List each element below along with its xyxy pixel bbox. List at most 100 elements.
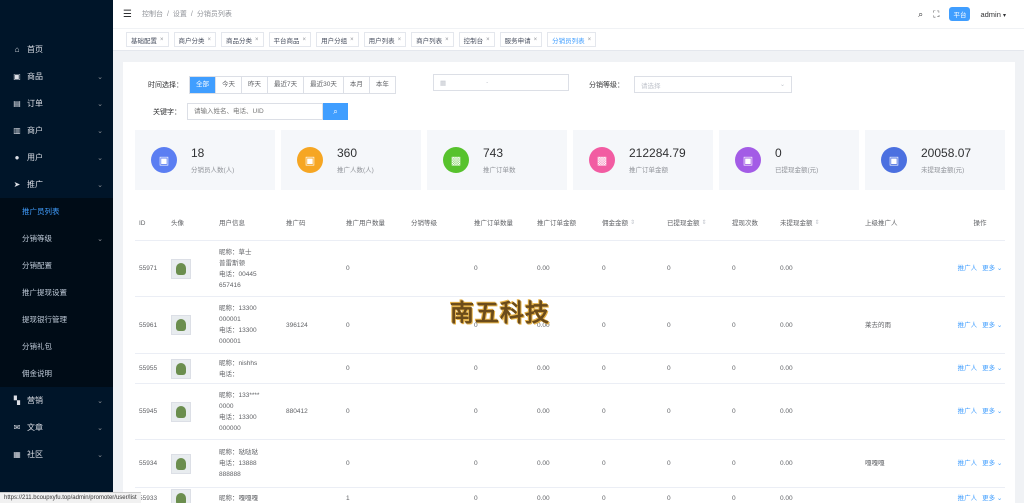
sidebar-item[interactable]: ▥ 商户 ⌄: [0, 117, 113, 144]
column-header[interactable]: 已提现金额: [667, 218, 700, 229]
tab-tag[interactable]: 控制台 ×: [458, 32, 495, 47]
search-icon[interactable]: ⌕: [918, 9, 923, 20]
chevron-down-icon[interactable]: ⌄: [995, 495, 1002, 502]
table-cell: 0: [667, 408, 671, 415]
breadcrumb-item[interactable]: 设置: [173, 11, 187, 18]
table-cell: 55934: [139, 460, 158, 467]
close-icon[interactable]: ×: [255, 37, 259, 43]
close-icon[interactable]: ×: [303, 37, 307, 43]
table-cell: 嘎嘎嘎: [865, 460, 885, 467]
column-header[interactable]: 未提现金额: [780, 218, 813, 229]
sidebar-item[interactable]: ▦ 社区 ⌄: [0, 441, 113, 468]
date-range-input[interactable]: ▦ -: [433, 74, 569, 91]
close-icon[interactable]: ×: [486, 37, 490, 43]
table-cell: 0: [732, 495, 736, 502]
sidebar-item[interactable]: ▚ 营销 ⌄: [0, 387, 113, 414]
close-icon[interactable]: ×: [208, 37, 212, 43]
sidebar-item[interactable]: ● 用户 ⌄: [0, 144, 113, 171]
more-link[interactable]: 更多: [982, 495, 995, 502]
tab-tag[interactable]: 服务申请 ×: [499, 32, 543, 47]
close-icon[interactable]: ×: [445, 37, 449, 43]
column-header-cell: 头像: [167, 218, 215, 229]
user-menu[interactable]: admin ▾: [980, 10, 1006, 19]
tab-tag[interactable]: 商户分类 ×: [173, 32, 217, 47]
time-option[interactable]: 昨天: [242, 77, 268, 93]
promoter-link[interactable]: 推广人: [958, 460, 978, 467]
column-header: 用户信息: [219, 220, 245, 227]
time-option[interactable]: 最近7天: [268, 77, 305, 93]
breadcrumb-item[interactable]: 控制台: [142, 11, 163, 18]
tab-tag[interactable]: 商品分类 ×: [221, 32, 264, 47]
promoter-link[interactable]: 推广人: [958, 495, 978, 502]
sidebar-subitem[interactable]: 提现银行管理: [0, 306, 113, 333]
send-icon: ➤: [13, 180, 21, 189]
table-cell: 0: [602, 495, 606, 502]
promoter-link[interactable]: 推广人: [958, 322, 978, 329]
more-link[interactable]: 更多: [982, 322, 995, 329]
close-icon[interactable]: ×: [398, 37, 402, 43]
more-link[interactable]: 更多: [982, 408, 995, 415]
tab-tag[interactable]: 基础配置 ×: [126, 32, 169, 47]
time-option[interactable]: 最近30天: [304, 77, 344, 93]
chevron-down-icon: ⌄: [97, 127, 103, 135]
table-cell: 0.00: [780, 495, 793, 502]
chevron-down-icon[interactable]: ⌄: [995, 365, 1002, 372]
close-icon[interactable]: ×: [588, 37, 592, 43]
sort-icon[interactable]: ⇕: [630, 218, 635, 229]
sidebar-subitem-label: 推广提现设置: [22, 288, 67, 297]
promoter-link[interactable]: 推广人: [958, 365, 978, 372]
column-header-cell: ID: [135, 218, 167, 229]
search-button[interactable]: ⌕: [323, 103, 348, 120]
sort-icon[interactable]: ⇕: [702, 218, 707, 229]
sidebar-subitem-label: 提现银行管理: [22, 315, 67, 324]
tab-tag[interactable]: 用户列表 ×: [363, 32, 407, 47]
tab-tag[interactable]: 平台商品 ×: [268, 32, 312, 47]
keyword-input[interactable]: [187, 103, 323, 120]
sidebar-subitem[interactable]: 分销礼包: [0, 333, 113, 360]
time-option[interactable]: 全部: [190, 77, 216, 93]
user-icon: ●: [14, 153, 20, 162]
sidebar-item[interactable]: ➤ 推广 ⌄: [0, 171, 113, 198]
menu-toggle-icon[interactable]: ☰: [123, 9, 132, 20]
user-info-line: 昵称：nishhs: [219, 359, 258, 367]
more-link[interactable]: 更多: [982, 365, 995, 372]
close-icon[interactable]: ×: [534, 37, 538, 43]
stat-value: 0: [775, 146, 782, 160]
chevron-down-icon[interactable]: ⌄: [995, 460, 1002, 467]
sidebar-subitem[interactable]: 推广员列表: [0, 198, 113, 225]
sidebar-item[interactable]: ⌂ 首页: [0, 36, 113, 63]
chevron-down-icon[interactable]: ⌄: [995, 265, 1002, 272]
table-cell: 0.00: [780, 408, 793, 415]
sidebar-subitem[interactable]: 分销配置: [0, 252, 113, 279]
user-info-line: 657416: [219, 281, 241, 289]
chevron-down-icon[interactable]: ⌄: [995, 408, 1002, 415]
breadcrumb-item[interactable]: 分销员列表: [197, 11, 232, 18]
sidebar-item[interactable]: ✉ 文章 ⌄: [0, 414, 113, 441]
time-option[interactable]: 本年: [370, 77, 395, 93]
level-select[interactable]: 请选择 ⌄: [634, 76, 792, 93]
close-icon[interactable]: ×: [350, 37, 354, 43]
more-link[interactable]: 更多: [982, 460, 995, 467]
promoter-table: ID 头像 用户信息 推广码 推广用户数量 分销等级 推广订单数量 推广订单金额 佣金金额 ⇕ 已提…: [135, 207, 1005, 503]
time-option[interactable]: 本月: [344, 77, 370, 93]
sort-icon[interactable]: ⇕: [815, 218, 820, 229]
time-option[interactable]: 今天: [216, 77, 242, 93]
column-header[interactable]: 佣金金额: [602, 218, 628, 229]
close-icon[interactable]: ×: [160, 37, 164, 43]
sidebar-subitem[interactable]: 推广提现设置: [0, 279, 113, 306]
sidebar-subitem-label: 分销礼包: [22, 342, 52, 351]
tab-tag-label: 平台商品: [273, 37, 300, 45]
promoter-link[interactable]: 推广人: [958, 408, 978, 415]
promoter-link[interactable]: 推广人: [958, 265, 978, 272]
chevron-down-icon[interactable]: ⌄: [995, 322, 1002, 329]
sidebar-item[interactable]: ▣ 商品 ⌄: [0, 63, 113, 90]
tab-tag[interactable]: 分销员列表 ×: [547, 32, 597, 47]
sidebar-item[interactable]: ▤ 订单 ⌄: [0, 90, 113, 117]
sidebar-item-label: 首页: [27, 45, 43, 54]
fullscreen-icon[interactable]: ⛶: [933, 9, 939, 20]
more-link[interactable]: 更多: [982, 265, 995, 272]
sidebar-subitem[interactable]: 佣金说明: [0, 360, 113, 387]
tab-tag[interactable]: 商户列表 ×: [411, 32, 454, 47]
sidebar-subitem[interactable]: 分销等级 ⌄: [0, 225, 113, 252]
tab-tag[interactable]: 用户分组 ×: [316, 32, 359, 47]
